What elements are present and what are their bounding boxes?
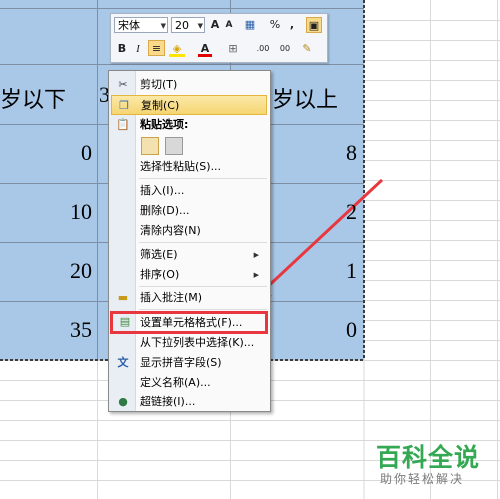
cell-left-4[interactable]: 35 [0,317,92,343]
format-cells-icon: ▤ [119,315,131,328]
font-size-combo[interactable]: 20 ▼ [171,17,205,33]
cell-right-2[interactable]: 2 [300,199,357,225]
cell-right-4[interactable]: 0 [300,317,357,343]
comment-icon: ▬ [117,291,129,304]
menu-item-label: 粘贴选项: [140,118,189,131]
italic-button[interactable]: I [131,41,145,57]
font-name-combo[interactable]: 宋体 ▼ [114,17,168,33]
format-painter-icon[interactable]: ✎ [299,41,315,57]
menu-item-delete[interactable]: 删除(D)... [111,201,267,221]
menu-item-paste-options: 📋 粘贴选项: [111,115,267,135]
menu-item-format-cells[interactable]: ▤ 设置单元格格式(F)... [110,311,268,334]
align-center-button[interactable]: ≡ [148,40,165,56]
menu-item-label: 定义名称(A)... [140,376,211,389]
menu-item-label: 插入批注(M) [140,291,203,304]
font-size-value: 20 [175,19,189,32]
borders-button[interactable]: ⊞ [226,41,240,57]
watermark-subtitle: 助你轻松解决 [380,472,465,486]
menu-item-filter[interactable]: 筛选(E) ▶ [111,245,267,265]
header-cell-left[interactable]: 岁以下 [0,82,90,114]
menu-item-label: 设置单元格格式(F)... [140,316,243,329]
menu-item-label: 剪切(T) [140,78,178,91]
cell-left-3[interactable]: 20 [0,258,92,284]
accounting-format-button[interactable]: ▦ [242,17,258,33]
cell-left-1[interactable]: 0 [0,140,92,166]
increase-decimal-button[interactable]: .00 [253,41,273,57]
menu-separator [139,309,267,310]
cell-right-3[interactable]: 1 [300,258,357,284]
cell-left-2[interactable]: 10 [0,199,92,225]
chevron-down-icon[interactable]: ▼ [161,18,166,34]
menu-item-label: 选择性粘贴(S)... [140,160,222,173]
merge-center-button[interactable]: ▣ [306,17,322,33]
watermark-title: 百科全说 [376,443,481,472]
menu-item-pick-from-list[interactable]: 从下拉列表中选择(K)... [111,333,267,353]
percent-style-button[interactable]: % [268,17,282,33]
menu-item-label: 显示拼音字段(S) [140,356,222,369]
cell-right-1[interactable]: 8 [300,140,357,166]
menu-item-sort[interactable]: 排序(O) ▶ [111,265,267,285]
paste-icon: 📋 [116,118,130,131]
menu-item-label: 插入(I)... [140,184,185,197]
font-color-button[interactable]: A [198,41,212,57]
menu-separator [139,178,267,179]
menu-item-define-name[interactable]: 定义名称(A)... [111,373,267,393]
bold-button[interactable]: B [115,41,129,57]
menu-item-clear-contents[interactable]: 清除内容(N) [111,221,267,241]
menu-item-cut[interactable]: ✂ 剪切(T) [111,75,267,95]
chevron-down-icon[interactable]: ▼ [198,18,203,34]
decrease-decimal-button[interactable]: 00 [276,41,294,57]
phonetic-icon: 文 [117,356,129,369]
header-cell-right[interactable]: 岁以上 [272,82,362,114]
menu-item-hyperlink[interactable]: ● 超链接(I)... [111,392,267,412]
chevron-right-icon: ▶ [253,271,259,279]
menu-separator [139,286,267,287]
chevron-right-icon: ▶ [253,251,259,259]
paste-option-button[interactable] [141,137,159,155]
menu-item-label: 清除内容(N) [140,224,201,237]
menu-item-label: 复制(C) [141,99,180,112]
mini-toolbar: 宋体 ▼ 20 ▼ A A ▦ % , ▣ B I ≡ ◈ A ⊞ .00 00 ✎ [110,13,328,63]
menu-item-label: 排序(O) [140,268,180,281]
menu-item-insert-comment[interactable]: ▬ 插入批注(M) [111,288,267,308]
hyperlink-icon: ● [118,395,128,408]
context-menu: ✂ 剪切(T) ❐ 复制(C) 📋 粘贴选项: 选择性粘贴(S)... 插入(I… [108,70,271,412]
menu-item-insert[interactable]: 插入(I)... [111,181,267,201]
menu-item-label: 超链接(I)... [140,395,196,408]
shrink-font-button[interactable]: A [223,17,235,33]
grow-font-button[interactable]: A [208,17,222,33]
menu-item-copy[interactable]: ❐ 复制(C) [111,95,267,115]
paste-values-button[interactable] [165,137,183,155]
menu-item-label: 筛选(E) [140,248,178,261]
scissors-icon: ✂ [118,78,128,91]
menu-item-label: 从下拉列表中选择(K)... [140,336,255,349]
comma-style-button[interactable]: , [286,17,298,33]
font-name-value: 宋体 [118,19,140,32]
menu-item-paste-special[interactable]: 选择性粘贴(S)... [111,157,267,177]
fill-color-button[interactable]: ◈ [169,41,185,57]
menu-item-label: 删除(D)... [140,204,190,217]
menu-separator [139,242,267,243]
copy-icon: ❐ [119,99,129,112]
menu-item-phonetic[interactable]: 文 显示拼音字段(S) [111,353,267,373]
